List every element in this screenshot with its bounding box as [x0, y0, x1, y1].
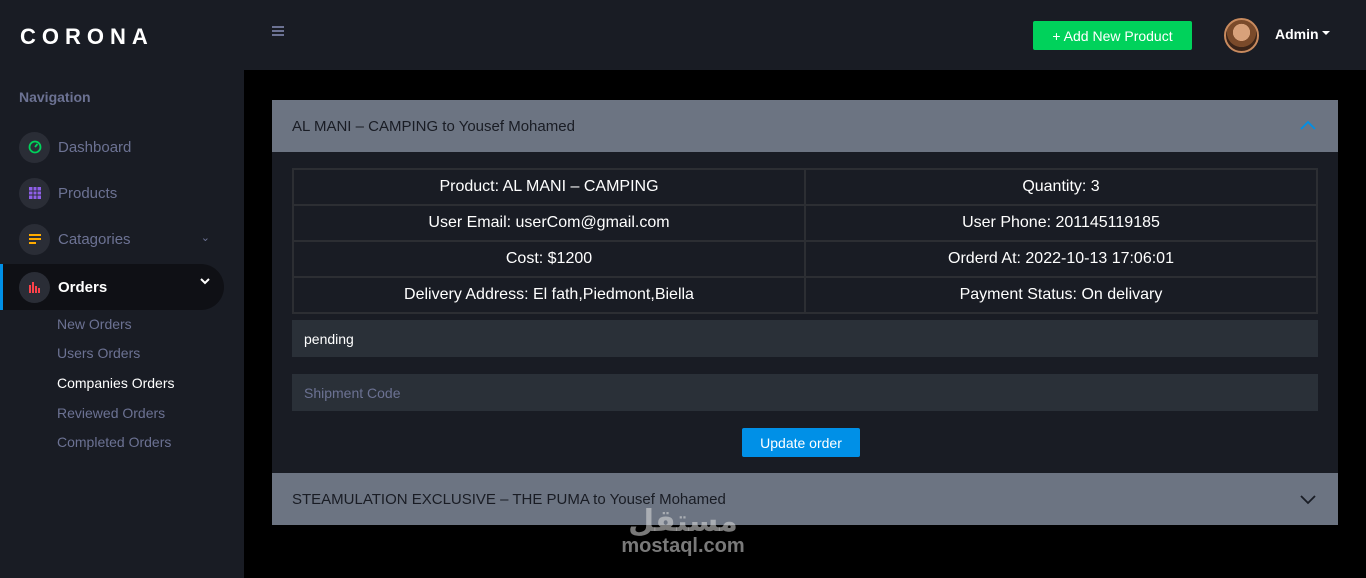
- watermark-latin: mostaql.com: [621, 535, 745, 557]
- sidebar-subitem-companies-orders[interactable]: Companies Orders: [57, 375, 175, 391]
- update-order-button[interactable]: Update order: [742, 428, 860, 457]
- delivery-address-cell: Delivery Address: El fath,Piedmont,Biell…: [292, 276, 806, 314]
- table-row: Product: AL MANI – CAMPING Quantity: 3: [292, 168, 1318, 206]
- sidebar-item-label: Dashboard: [58, 138, 132, 156]
- user-email-cell: User Email: userCom@gmail.com: [292, 204, 806, 242]
- order-status-select[interactable]: pending: [292, 320, 1318, 357]
- order-title: AL MANI – CAMPING to Yousef Mohamed: [292, 117, 575, 135]
- user-menu[interactable]: Admin: [1275, 26, 1319, 42]
- sidebar-item-orders[interactable]: Orders: [0, 264, 224, 310]
- sidebar-subitem-reviewed-orders[interactable]: Reviewed Orders: [57, 405, 165, 421]
- sidebar-subitem-users-orders[interactable]: Users Orders: [57, 345, 140, 361]
- payment-status-cell: Payment Status: On delivary: [804, 276, 1318, 314]
- sidebar-item-catagories[interactable]: Catagories ⌄: [0, 216, 224, 262]
- sidebar-item-products[interactable]: Products: [0, 170, 224, 216]
- sidebar-item-label: Catagories: [58, 230, 131, 248]
- order-accordion-header[interactable]: STEAMULATION EXCLUSIVE – THE PUMA to You…: [272, 473, 1338, 525]
- topbar: + Add New Product Admin: [244, 0, 1366, 70]
- order-details: Product: AL MANI – CAMPING Quantity: 3 U…: [272, 152, 1338, 473]
- caret-down-icon[interactable]: [1322, 31, 1330, 35]
- chevron-down-icon: [200, 276, 210, 289]
- playlist-icon: [19, 223, 50, 255]
- chevron-down-icon[interactable]: [1300, 491, 1316, 507]
- avatar[interactable]: [1224, 18, 1259, 53]
- chevron-down-icon: ⌄: [200, 232, 210, 244]
- sidebar-item-label: Products: [58, 184, 118, 202]
- watermark-arabic: مستقل: [628, 505, 738, 538]
- table-row: Cost: $1200 Orderd At: 2022-10-13 17:06:…: [292, 240, 1318, 278]
- order-accordion-header[interactable]: AL MANI – CAMPING to Yousef Mohamed: [272, 100, 1338, 152]
- user-phone-cell: User Phone: 201145119185: [804, 204, 1318, 242]
- cost-cell: Cost: $1200: [292, 240, 806, 278]
- ordered-at-cell: Orderd At: 2022-10-13 17:06:01: [804, 240, 1318, 278]
- sidebar: CORONA Navigation Dashboard Products Cat…: [0, 0, 244, 578]
- menu-icon[interactable]: [272, 26, 284, 38]
- add-new-product-button[interactable]: + Add New Product: [1033, 21, 1192, 50]
- quantity-cell: Quantity: 3: [804, 168, 1318, 206]
- chart-bar-icon: [19, 271, 50, 303]
- sidebar-subitem-completed-orders[interactable]: Completed Orders: [57, 434, 171, 450]
- product-cell: Product: AL MANI – CAMPING: [292, 168, 806, 206]
- sidebar-subitem-new-orders[interactable]: New Orders: [57, 316, 132, 332]
- speedometer-icon: [19, 131, 50, 163]
- sidebar-item-label: Orders: [58, 278, 108, 296]
- watermark-logo: مستقل mostaql.com: [606, 505, 760, 557]
- brand-logo[interactable]: CORONA: [20, 24, 154, 50]
- sidebar-item-dashboard[interactable]: Dashboard: [0, 124, 224, 170]
- grid-icon: [19, 177, 50, 209]
- chevron-up-icon[interactable]: [1300, 118, 1316, 134]
- order-info-table: Product: AL MANI – CAMPING Quantity: 3 U…: [292, 168, 1318, 314]
- shipment-code-input[interactable]: [292, 374, 1318, 411]
- table-row: Delivery Address: El fath,Piedmont,Biell…: [292, 276, 1318, 314]
- nav-heading: Navigation: [19, 89, 91, 105]
- table-row: User Email: userCom@gmail.com User Phone…: [292, 204, 1318, 242]
